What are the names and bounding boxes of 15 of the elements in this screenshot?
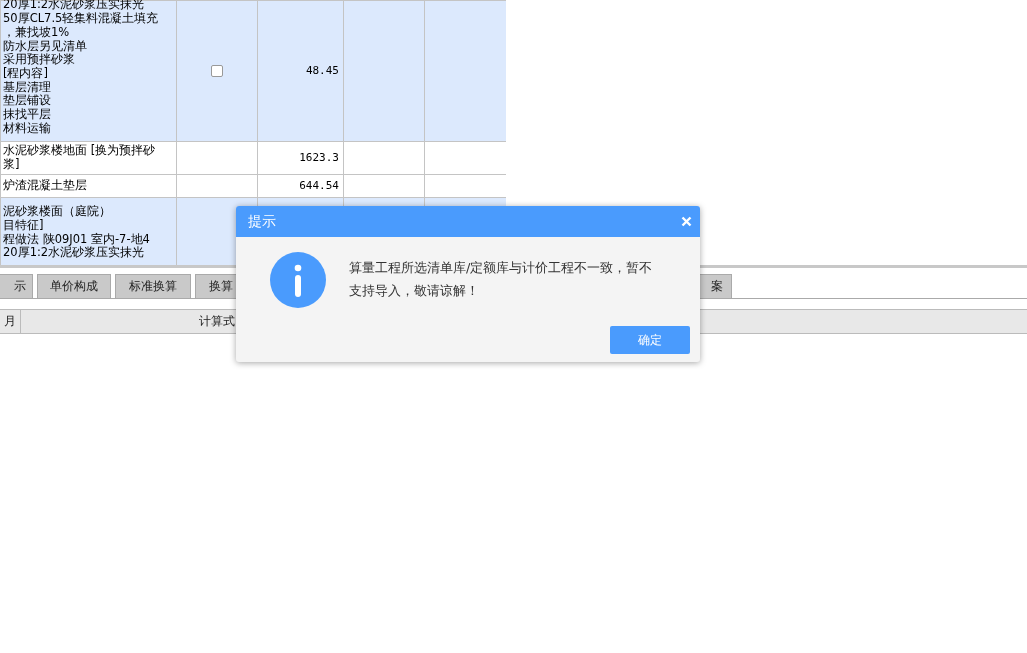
- amount-cell: 644.54: [299, 179, 339, 193]
- close-icon[interactable]: [681, 216, 692, 227]
- checkbox[interactable]: [211, 65, 223, 77]
- dialog-message: 算量工程所选清单库/定额库与计价工程不一致，暂不支持导入，敬请谅解！: [349, 259, 654, 300]
- amount-cell: 1623.3: [299, 151, 339, 165]
- amount-cell: 48.45: [305, 64, 339, 78]
- item-description: 炉渣混凝土垫层: [2, 179, 88, 193]
- info-icon: [270, 252, 326, 308]
- tab[interactable]: 标准换算: [115, 274, 191, 298]
- tab[interactable]: 示: [0, 274, 33, 298]
- column-header: 月: [3, 313, 17, 330]
- tab[interactable]: 单价构成: [37, 274, 111, 298]
- item-description: 水泥砂浆楼地面 [换为预拌砂 浆]: [2, 144, 157, 172]
- dialog-title: 提示: [248, 212, 276, 231]
- item-description: 泥砂浆楼面（庭院） 目特征] 程做法 陕09J01 室内-7-地4 20厚1:2水泥砂浆压实抹光: [2, 205, 151, 260]
